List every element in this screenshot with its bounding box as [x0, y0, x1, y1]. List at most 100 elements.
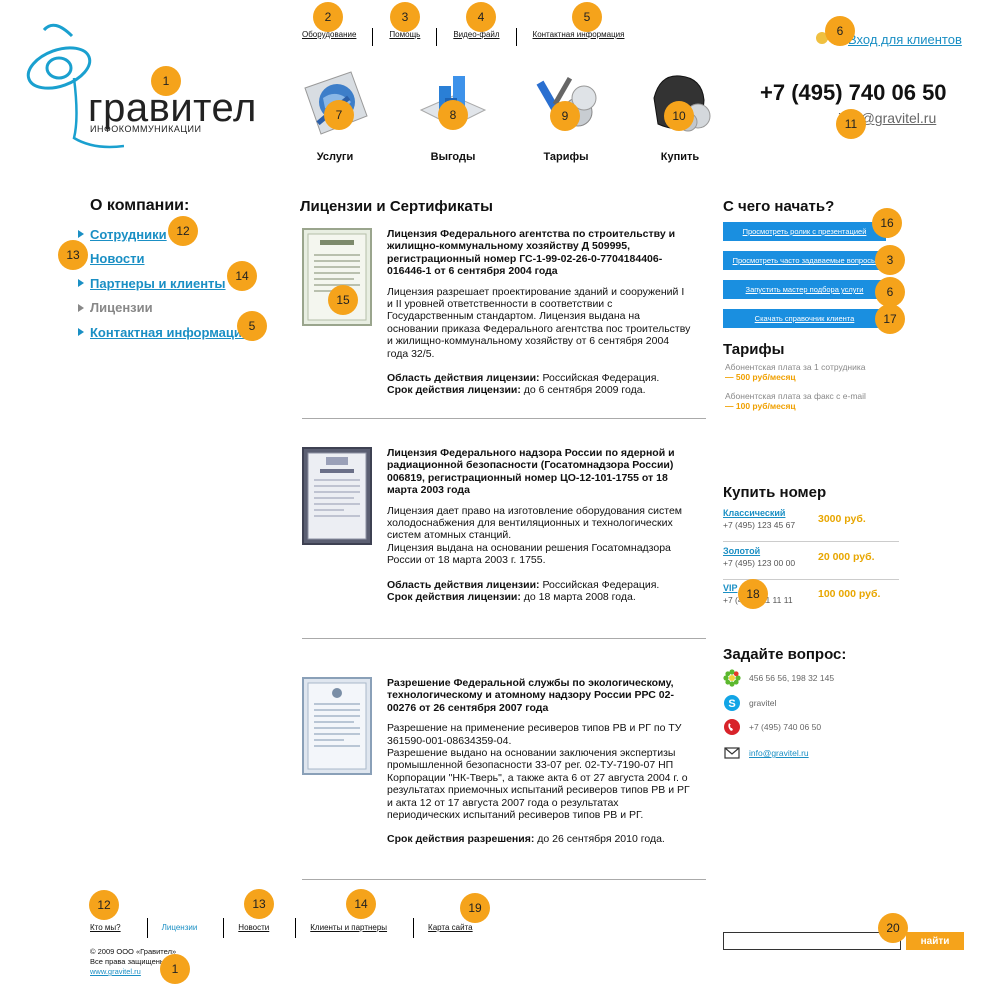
license-term-label: Срок действия лицензии: — [387, 384, 521, 397]
license-text: Разрешение выдано на основании заключени… — [387, 747, 690, 822]
license-term: Срок действия лицензии: до 6 сентября 20… — [387, 384, 692, 396]
topnav-contacts[interactable]: Контактная информация — [517, 28, 641, 46]
left-menu-licenses: Лицензии — [78, 296, 249, 321]
annotation-badge: 17 — [875, 304, 905, 334]
footer-news[interactable]: Новости — [238, 918, 297, 938]
license-term-label: Срок действия лицензии: — [387, 591, 521, 604]
tariff-price: — 100 руб/месяц — [725, 401, 796, 411]
annotation-badge: 10 — [664, 101, 694, 131]
tariffs-list: Абонентская плата за 1 сотрудника — 500 … — [725, 362, 866, 411]
license-area-value: Российская Федерация. — [539, 578, 660, 591]
skype-icon: S — [724, 695, 740, 711]
left-menu-employees[interactable]: Сотрудники — [78, 222, 249, 247]
copyright-text: © 2009 ООО «Гравител» — [90, 947, 177, 956]
left-menu-news[interactable]: Новости — [90, 247, 249, 272]
left-menu-contacts[interactable]: Контактная информация — [78, 320, 249, 345]
license-text: Разрешение на применение ресиверов типов… — [387, 722, 682, 747]
tariff-line: Абонентская плата за факс с e-mail — [725, 391, 866, 401]
contact-value: 456 56 56, 198 32 145 — [749, 673, 835, 683]
left-menu-partners[interactable]: Партнеры и клиенты — [78, 271, 249, 296]
license-area: Область действия лицензии: Российская Фе… — [387, 372, 692, 384]
annotation-badge: 1 — [160, 954, 190, 984]
license-term-value: до 6 сентября 2009 года. — [520, 384, 646, 397]
number-offer-link[interactable]: VIP — [723, 583, 738, 593]
menu-label: Контактная информация — [90, 324, 250, 340]
watch-presentation-button[interactable]: Просмотреть ролик с презентацией — [723, 222, 886, 241]
number-offer: Золотой +7 (495) 123 00 00 20 000 руб. — [723, 546, 899, 580]
svg-text:S: S — [728, 698, 735, 710]
client-login-link[interactable]: Вход для клиентов — [848, 32, 962, 47]
service-label: Услуги — [316, 151, 354, 163]
service-label: Купить — [660, 151, 700, 163]
ask-question-title: Задайте вопрос: — [723, 646, 847, 663]
footer-about[interactable]: Кто мы? — [90, 918, 148, 938]
annotation-badge: 5 — [572, 2, 602, 32]
license-document-thumbnail[interactable] — [302, 447, 372, 545]
phone-icon — [724, 719, 740, 735]
license-term-value: до 26 сентября 2010 года. — [534, 833, 665, 846]
divider — [302, 879, 706, 880]
annotation-badge: 16 — [872, 208, 902, 238]
service-label: Выгоды — [430, 151, 476, 163]
search-button[interactable]: найти — [906, 932, 964, 950]
number-offer-link[interactable]: Классический — [723, 508, 785, 518]
number-price: 20 000 руб. — [818, 551, 875, 563]
footer-licenses: Лицензии — [162, 918, 225, 938]
service-wizard-button[interactable]: Запустить мастер подбора услуги — [723, 280, 886, 299]
header-phone: +7 (495) 740 06 50 — [760, 80, 947, 105]
license-document-thumbnail[interactable] — [302, 677, 372, 775]
buy-number-title: Купить номер — [723, 484, 827, 501]
annotation-badge: 11 — [836, 109, 866, 139]
annotation-badge: 12 — [168, 216, 198, 246]
search-input[interactable] — [723, 932, 901, 950]
tariffs-title: Тарифы — [723, 341, 785, 358]
number-value: +7 (495) 123 45 67 — [723, 520, 796, 530]
contact-email-link[interactable]: info@gravitel.ru — [749, 748, 809, 758]
logo-subtitle: ИНФОКОММУНИКАЦИИ — [90, 124, 202, 134]
annotation-badge: 6 — [825, 16, 855, 46]
license-heading: Лицензия Федерального агентства по строи… — [387, 228, 676, 278]
left-menu: Сотрудники Новости Партнеры и клиенты Ли… — [78, 222, 249, 345]
license-heading: Разрешение Федеральной службы по экологи… — [387, 677, 674, 714]
number-offer-link[interactable]: Золотой — [723, 546, 760, 556]
license-body: Разрешение Федеральной службы по экологи… — [387, 677, 692, 846]
contact-icq: 456 56 56, 198 32 145 — [723, 669, 834, 687]
tariff-line: Абонентская плата за 1 сотрудника — [725, 362, 866, 372]
annotation-badge: 4 — [466, 2, 496, 32]
annotation-badge: 19 — [460, 893, 490, 923]
contact-value: gravitel — [749, 698, 777, 708]
annotation-badge: 8 — [438, 100, 468, 130]
footer-navigation: Кто мы? Лицензии Новости Клиенты и партн… — [90, 918, 513, 938]
annotation-badge: 18 — [738, 579, 768, 609]
footer-clients[interactable]: Клиенты и партнеры — [310, 918, 415, 938]
faq-button[interactable]: Просмотреть часто задаваемые вопросы — [723, 251, 886, 270]
number-value: +7 (495) 123 00 00 — [723, 558, 796, 568]
license-area-label: Область действия лицензии: — [387, 372, 540, 385]
divider — [302, 638, 706, 639]
annotation-badge: 14 — [346, 889, 376, 919]
annotation-badge: 12 — [89, 890, 119, 920]
annotation-badge: 13 — [244, 889, 274, 919]
license-term-value: до 18 марта 2008 года. — [520, 591, 636, 604]
menu-label: Сотрудники — [90, 226, 167, 242]
page-title: Лицензии и Сертификаты — [300, 198, 493, 215]
number-price: 100 000 руб. — [818, 588, 881, 600]
annotation-badge: 3 — [390, 2, 420, 32]
license-term: Срок действия лицензии: до 18 марта 2008… — [387, 591, 692, 603]
annotation-badge: 14 — [227, 261, 257, 291]
footer-sitemap[interactable]: Карта сайта — [428, 918, 499, 938]
triangle-bullet-icon — [78, 303, 84, 312]
license-text: Лицензия разрешает проектирование зданий… — [387, 285, 691, 360]
license-area-label: Область действия лицензии: — [387, 578, 540, 591]
triangle-bullet-icon — [78, 328, 84, 337]
service-label: Тарифы — [543, 151, 589, 163]
license-term: Срок действия разрешения: до 26 сентября… — [387, 833, 692, 845]
triangle-bullet-icon — [78, 279, 84, 288]
download-guide-button[interactable]: Скачать справочник клиента — [723, 309, 886, 328]
license-area-value: Российская Федерация. — [539, 372, 660, 385]
number-price: 3000 руб. — [818, 513, 866, 525]
left-menu-title: О компании: — [90, 197, 190, 214]
topnav-equipment[interactable]: Оборудование — [302, 28, 374, 46]
license-text: Лицензия выдана на основании решения Гос… — [387, 541, 671, 567]
annotation-badge: 1 — [151, 66, 181, 96]
